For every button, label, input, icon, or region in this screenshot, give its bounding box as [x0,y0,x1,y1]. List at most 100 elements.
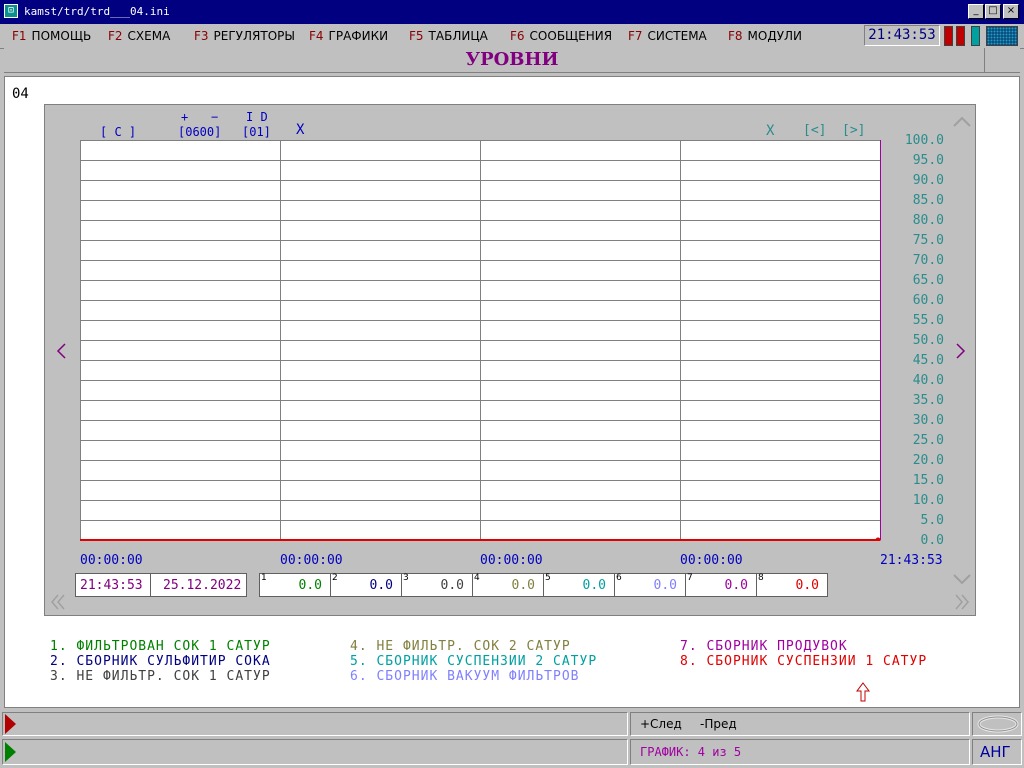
y-tick-label: 100.0 [904,133,944,148]
y-tick-label: 60.0 [912,293,944,308]
legend-item-6: 6. СБОРНИК ВАКУУМ ФИЛЬТРОВ [350,669,580,684]
legend-item-5: 5. СБОРНИК СУСПЕНЗИИ 2 САТУР [350,654,598,669]
y-tick-label: 75.0 [912,233,944,248]
y-tick-label: 80.0 [912,213,944,228]
scroll-down-icon[interactable] [952,572,972,586]
y-tick-label: 25.0 [912,433,944,448]
language-toggle[interactable]: АНГ [980,743,1011,761]
value-box-7[interactable]: 7 0.0 [685,573,757,597]
menu-item-6[interactable]: F6 СООБЩЕНИЯ [510,29,612,43]
next-button[interactable]: +След [640,717,682,731]
x-tick-label: 00:00:00 [480,553,543,568]
value-box-6[interactable]: 6 0.0 [614,573,686,597]
menu-key: F7 [628,29,643,43]
value-box-value: 0.0 [795,578,819,593]
y-tick-label: 15.0 [912,473,944,488]
y-tick-label: 5.0 [920,513,944,528]
menu-item-2[interactable]: F2 СХЕМА [108,29,170,43]
menu-key: F8 [728,29,743,43]
network-grid-icon[interactable] [986,26,1018,46]
value-box-index: 6 [616,573,622,583]
y-tick-label: 40.0 [912,373,944,388]
chart-id: 04 [12,86,29,102]
c-button[interactable]: [ C ] [100,125,136,139]
menu-label: РЕГУЛЯТОРЫ [213,29,295,43]
menu-label: ГРАФИКИ [328,29,389,43]
y-tick-label: 10.0 [912,493,944,508]
indicator-1 [944,26,953,46]
y-tick-label: 0.0 [920,533,944,548]
app-icon[interactable]: ⊡ [4,4,18,18]
maximize-button[interactable]: □ [985,4,1001,19]
value-box-value: 0.0 [440,578,464,593]
window-title: kamst/trd/trd___04.ini [24,5,170,18]
menu-key: F4 [309,29,324,43]
ring-icon[interactable] [976,714,1020,734]
value-box-value: 0.0 [724,578,748,593]
y-tick-label: 50.0 [912,333,944,348]
status-message-2 [2,739,628,765]
menu-item-4[interactable]: F4 ГРАФИКИ [309,29,388,43]
menu-item-7[interactable]: F7 СИСТЕМА [628,29,707,43]
scroll-right-icon[interactable] [954,342,968,360]
period-value[interactable]: [0600] [178,125,221,139]
x-tick-label: 00:00:00 [680,553,743,568]
value-box-value: 0.0 [653,578,677,593]
id-value[interactable]: [01] [242,125,271,139]
menu-label: СХЕМА [127,29,171,43]
menu-item-3[interactable]: F3 РЕГУЛЯТОРЫ [194,29,295,43]
y-tick-label: 30.0 [912,413,944,428]
zoom-out-button[interactable]: − [211,110,218,124]
clock: 21:43:53 [864,25,940,46]
scroll-up-icon[interactable] [952,114,972,128]
trend-chart[interactable] [80,140,881,541]
menu-item-5[interactable]: F5 ТАБЛИЦА [409,29,488,43]
minimize-button[interactable]: _ [968,4,984,19]
legend-item-7: 7. СБОРНИК ПРОДУВОК [680,639,848,654]
value-box-4[interactable]: 4 0.0 [472,573,544,597]
title-bar: ⊡ kamst/trd/trd___04.ini _ □ × [0,0,1024,24]
close-button[interactable]: × [1003,4,1019,19]
menu-key: F2 [108,29,123,43]
page-left-icon[interactable] [50,593,66,611]
x-right-button[interactable]: X [766,123,774,139]
x-left-button[interactable]: X [296,122,304,138]
prev-button[interactable]: -Пред [700,717,737,731]
value-box-3[interactable]: 3 0.0 [401,573,473,597]
indicator-3 [971,26,980,46]
value-box-index: 1 [261,573,267,583]
id-label: I D [246,110,268,124]
menu-key: F3 [194,29,209,43]
value-box-index: 5 [545,573,551,583]
menu-key: F6 [510,29,525,43]
y-tick-label: 55.0 [912,313,944,328]
menu-label: ТАБЛИЦА [428,29,488,43]
prev-page-button[interactable]: [<] [803,123,826,138]
menu-item-1[interactable]: F1 ПОМОЩЬ [12,29,91,43]
y-tick-label: 45.0 [912,353,944,368]
value-box-1[interactable]: 1 0.0 [259,573,331,597]
y-tick-label: 90.0 [912,173,944,188]
menu-key: F1 [12,29,27,43]
menu-item-8[interactable]: F8 МОДУЛИ [728,29,802,43]
y-tick-label: 85.0 [912,193,944,208]
legend-item-4: 4. НЕ ФИЛЬТР. СОК 2 САТУР [350,639,571,654]
menu-label: МОДУЛИ [747,29,803,43]
value-box-5[interactable]: 5 0.0 [543,573,615,597]
menu-label: СООБЩЕНИЯ [529,29,613,43]
page-right-icon[interactable] [954,593,970,611]
legend-item-2: 2. СБОРНИК СУЛЬФИТИР СОКА [50,654,271,669]
legend-item-8: 8. СБОРНИК СУСПЕНЗИИ 1 САТУР [680,654,928,669]
menu-label: ПОМОЩЬ [31,29,92,43]
next-page-button[interactable]: [>] [842,123,865,138]
value-box-8[interactable]: 8 0.0 [756,573,828,597]
zoom-in-button[interactable]: + [181,110,188,124]
y-tick-label: 65.0 [912,273,944,288]
graph-indicator: ГРАФИК: 4 из 5 [640,745,742,759]
x-tick-label: 21:43:53 [880,553,943,568]
scroll-left-icon[interactable] [54,342,68,360]
cursor-date: 25.12.2022 [163,578,242,593]
value-box-2[interactable]: 2 0.0 [330,573,402,597]
x-tick-label: 00:00:00 [280,553,343,568]
value-box-index: 2 [332,573,338,583]
